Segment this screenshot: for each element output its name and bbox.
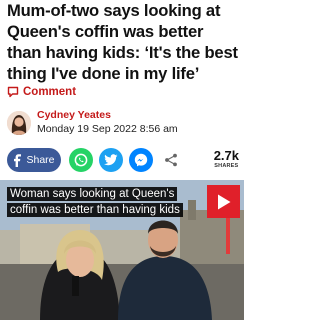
messenger-icon [134,153,148,167]
twitter-icon [104,154,118,166]
messenger-share-button[interactable] [129,148,153,172]
facebook-icon [14,153,22,167]
video-caption: Woman says looking at Queen's coffin was… [7,186,195,218]
whatsapp-share-button[interactable] [69,148,93,172]
facebook-share-button[interactable]: Share [7,148,61,172]
avatar[interactable] [7,110,31,135]
comment-icon [7,86,19,98]
more-share-button[interactable] [159,148,183,172]
share-count-value: 2.7k [213,148,239,163]
publish-date: Monday 19 Sep 2022 8:56 am [37,123,178,135]
share-count-label: SHARES [214,163,239,169]
author-byline: Cydney Yeates Monday 19 Sep 2022 8:56 am [7,109,178,136]
share-count: 2.7k SHARES [214,149,239,170]
share-bar: Share 2.7k SHARES [7,148,241,174]
comment-link[interactable]: Comment [7,86,76,98]
article-headline: Mum-of-two says looking at Queen's coffi… [7,1,238,83]
whatsapp-icon [74,153,88,167]
share-icon [165,153,177,167]
comment-label: Comment [23,86,77,98]
play-button[interactable] [207,185,240,218]
twitter-share-button[interactable] [99,148,123,172]
share-label: Share [26,154,55,166]
play-icon [217,194,230,209]
video-caption-text: Woman says looking at Queen's coffin was… [7,187,183,217]
author-name[interactable]: Cydney Yeates [37,109,178,122]
